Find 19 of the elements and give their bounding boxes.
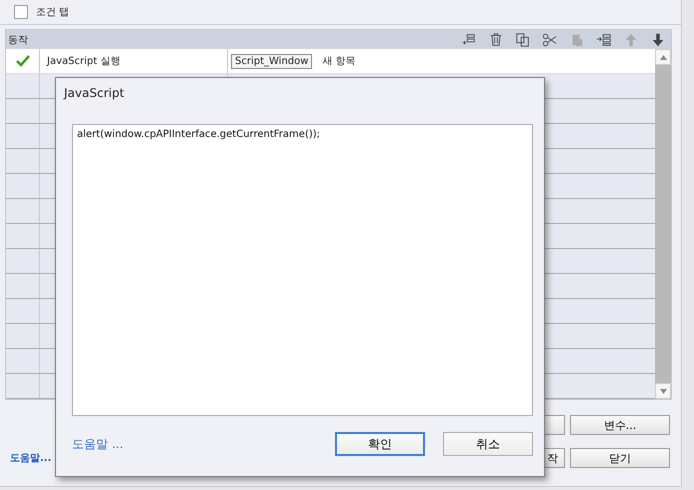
header-title: 동작 bbox=[8, 34, 29, 46]
help-link[interactable]: 도움말 ... bbox=[72, 436, 317, 452]
dialog-button[interactable]: 취소 bbox=[443, 432, 533, 456]
dialog-button[interactable]: 확인 bbox=[335, 432, 425, 456]
dialog-button[interactable]: 변수... bbox=[570, 415, 670, 435]
table-cell-text: 새 항목 bbox=[322, 55, 356, 68]
table-row[interactable]: JavaScript 실행 Script_Window 새 항목 bbox=[6, 49, 655, 74]
scrollbar[interactable] bbox=[655, 49, 671, 399]
dialog-button[interactable]: 닫기 bbox=[570, 448, 670, 468]
checkbox-label: 조건 탭 bbox=[36, 6, 70, 19]
dialog-title: JavaScript bbox=[64, 85, 126, 102]
scroll-up-icon[interactable] bbox=[660, 54, 666, 60]
copy-icon[interactable] bbox=[514, 30, 532, 48]
code-field[interactable]: alert(window.cpAPIInterface.getCurrentFrame()); bbox=[72, 124, 533, 416]
help-link[interactable]: 도움말... bbox=[10, 451, 52, 465]
table-cell-text: JavaScript 실행 bbox=[47, 55, 120, 68]
scroll-down-icon[interactable] bbox=[660, 388, 666, 394]
checkbox[interactable] bbox=[14, 5, 28, 19]
target-field[interactable]: Script_Window bbox=[231, 54, 312, 68]
